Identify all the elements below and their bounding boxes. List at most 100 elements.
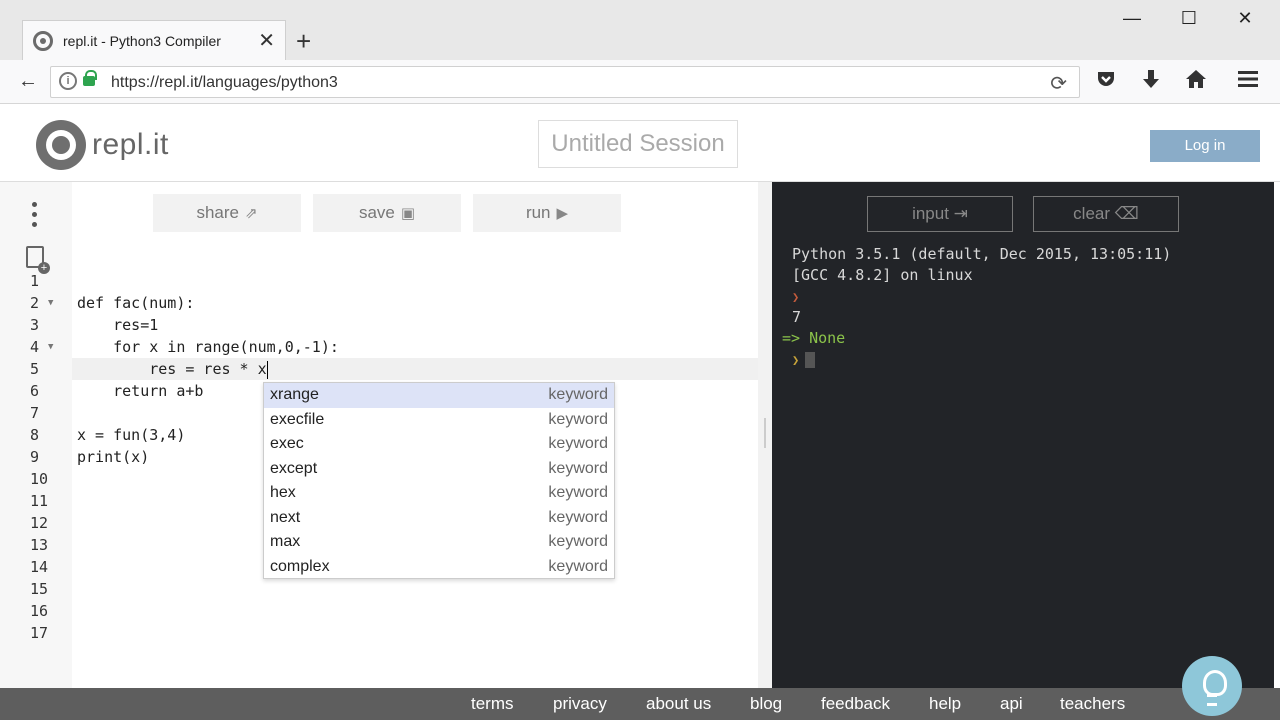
code-line[interactable]: res=1 (72, 314, 758, 336)
fold-arrow-icon[interactable]: ▼ (48, 292, 53, 314)
share-button[interactable]: share ⇗ (153, 194, 301, 232)
share-label: share (196, 203, 239, 222)
autocomplete-item[interactable]: execfile keyword (264, 408, 614, 433)
console-input-line[interactable]: ❯ (792, 349, 1171, 370)
footer-link-terms[interactable]: terms (471, 694, 514, 714)
browser-navbar: ← i https://repl.it/languages/python3 ⟳ (0, 60, 1280, 104)
download-icon[interactable] (1142, 70, 1160, 96)
panel-resize-handle[interactable] (764, 418, 766, 448)
url-text[interactable]: https://repl.it/languages/python3 (111, 74, 338, 92)
lightbulb-help-icon[interactable] (1182, 656, 1242, 716)
code-line[interactable]: for x in range(num,0,-1): (72, 336, 758, 358)
browser-tab[interactable]: repl.it - Python3 Compiler ✕ (22, 20, 286, 60)
console-scrollbar[interactable] (1274, 182, 1280, 688)
console-result: => None (782, 329, 846, 347)
footer-link-blog[interactable]: blog (750, 694, 782, 714)
line-number: 13 (30, 536, 49, 554)
autocomplete-item[interactable]: exec keyword (264, 432, 614, 457)
line-number: 7 (30, 404, 40, 422)
autocomplete-item[interactable]: max keyword (264, 530, 614, 555)
fold-arrow-icon[interactable]: ▼ (48, 336, 53, 358)
line-number: 14 (30, 558, 49, 576)
autocomplete-dropdown: xrange keyword execfile keyword exec keywor… (263, 382, 615, 579)
console-output: Python 3.5.1 (default, Dec 2015, 13:05:1… (782, 244, 1172, 370)
line-number: 15 (30, 580, 49, 598)
pocket-icon[interactable] (1096, 70, 1116, 94)
new-file-icon[interactable] (26, 246, 50, 274)
maximize-button[interactable]: ☐ (1177, 8, 1201, 32)
back-arrow-icon[interactable]: ← (18, 70, 38, 93)
share-icon: ⇗ (244, 205, 258, 222)
clear-label: clear (1073, 204, 1111, 223)
footer-link-about-us[interactable]: about us (646, 694, 711, 714)
clear-button[interactable]: clear ⌫ (1033, 196, 1179, 232)
new-tab-button[interactable]: + (296, 26, 311, 57)
save-button[interactable]: save ▣ (313, 194, 461, 232)
save-icon: ▣ (400, 205, 416, 222)
console-banner: Python 3.5.1 (default, Dec 2015, 13:05:1… (792, 245, 1172, 263)
reload-icon[interactable]: ⟳ (1050, 71, 1067, 96)
prompt-chevron-icon: ❯ (792, 290, 800, 304)
logo-text[interactable]: repl.it (92, 128, 169, 162)
footer-link-privacy[interactable]: privacy (553, 694, 607, 714)
code-line[interactable] (72, 622, 758, 644)
lock-icon (83, 70, 97, 86)
text-cursor (266, 360, 268, 379)
line-number: 5 (30, 360, 40, 378)
home-icon[interactable] (1186, 70, 1206, 94)
autocomplete-item[interactable]: complex keyword (264, 555, 614, 580)
console-banner: [GCC 4.8.2] on linux (792, 266, 973, 284)
tab-close-icon[interactable]: ✕ (258, 28, 275, 53)
url-bar[interactable]: i https://repl.it/languages/python3 ⟳ (50, 66, 1080, 98)
footer: terms privacy about us blog feedback hel… (0, 688, 1280, 720)
minimize-button[interactable]: — (1120, 8, 1144, 32)
line-number: 1 (30, 272, 40, 290)
save-label: save (358, 203, 395, 222)
replit-logo-icon[interactable] (36, 120, 86, 170)
replit-favicon-icon (33, 30, 53, 51)
line-number: 4 ▼ (30, 336, 54, 358)
login-button[interactable]: Log in (1150, 130, 1260, 162)
prompt-chevron-icon: ❯ (792, 353, 800, 367)
console-prompt-line: ❯ (792, 286, 1171, 307)
console-panel[interactable]: input ⇥ clear ⌫ Python 3.5.1 (default, D… (772, 182, 1280, 688)
code-line[interactable] (72, 600, 758, 622)
code-line[interactable] (72, 270, 758, 292)
autocomplete-item[interactable]: hex keyword (264, 481, 614, 506)
app-header: repl.it Untitled Session Log in (0, 104, 1280, 182)
footer-link-teachers[interactable]: teachers (1060, 694, 1125, 714)
line-number: 8 (30, 426, 40, 444)
code-line[interactable]: def fac(num): (72, 292, 758, 314)
menu-icon[interactable] (1238, 70, 1258, 93)
close-window-button[interactable]: ✕ (1233, 8, 1257, 32)
play-icon: ▶ (556, 205, 569, 222)
line-number: 6 (30, 382, 40, 400)
line-number-gutter: 1 2 ▼ 3 4 ▼ 5 6 7 8 9 10 11 12 13 14 15 16… (0, 270, 72, 644)
line-number: 9 (30, 448, 40, 466)
session-title-input[interactable]: Untitled Session (538, 120, 738, 168)
line-number: 10 (30, 470, 49, 488)
clear-icon: ⌫ (1114, 204, 1139, 223)
footer-link-feedback[interactable]: feedback (821, 694, 890, 714)
active-code-line[interactable]: res = res * x (72, 358, 758, 380)
run-button[interactable]: run ▶ (473, 194, 621, 232)
line-number: 3 (30, 316, 40, 334)
footer-link-api[interactable]: api (1000, 694, 1023, 714)
autocomplete-item[interactable]: except keyword (264, 457, 614, 482)
autocomplete-item[interactable]: xrange keyword (264, 383, 614, 408)
input-icon: ⇥ (953, 204, 968, 223)
input-button[interactable]: input ⇥ (867, 196, 1013, 232)
line-number: 2 ▼ (30, 292, 54, 314)
line-number: 12 (30, 514, 49, 532)
footer-link-help[interactable]: help (929, 694, 961, 714)
line-number: 17 (30, 624, 49, 642)
more-options-icon[interactable] (30, 202, 38, 230)
autocomplete-item[interactable]: next keyword (264, 506, 614, 531)
browser-titlebar: repl.it - Python3 Compiler ✕ + — ☐ ✕ (0, 0, 1280, 60)
code-line[interactable] (72, 578, 758, 600)
console-output-value: 7 (792, 308, 802, 326)
tab-title: repl.it - Python3 Compiler (63, 32, 221, 49)
input-label: input (912, 204, 949, 223)
info-icon[interactable]: i (59, 72, 77, 90)
console-cursor (805, 351, 816, 368)
